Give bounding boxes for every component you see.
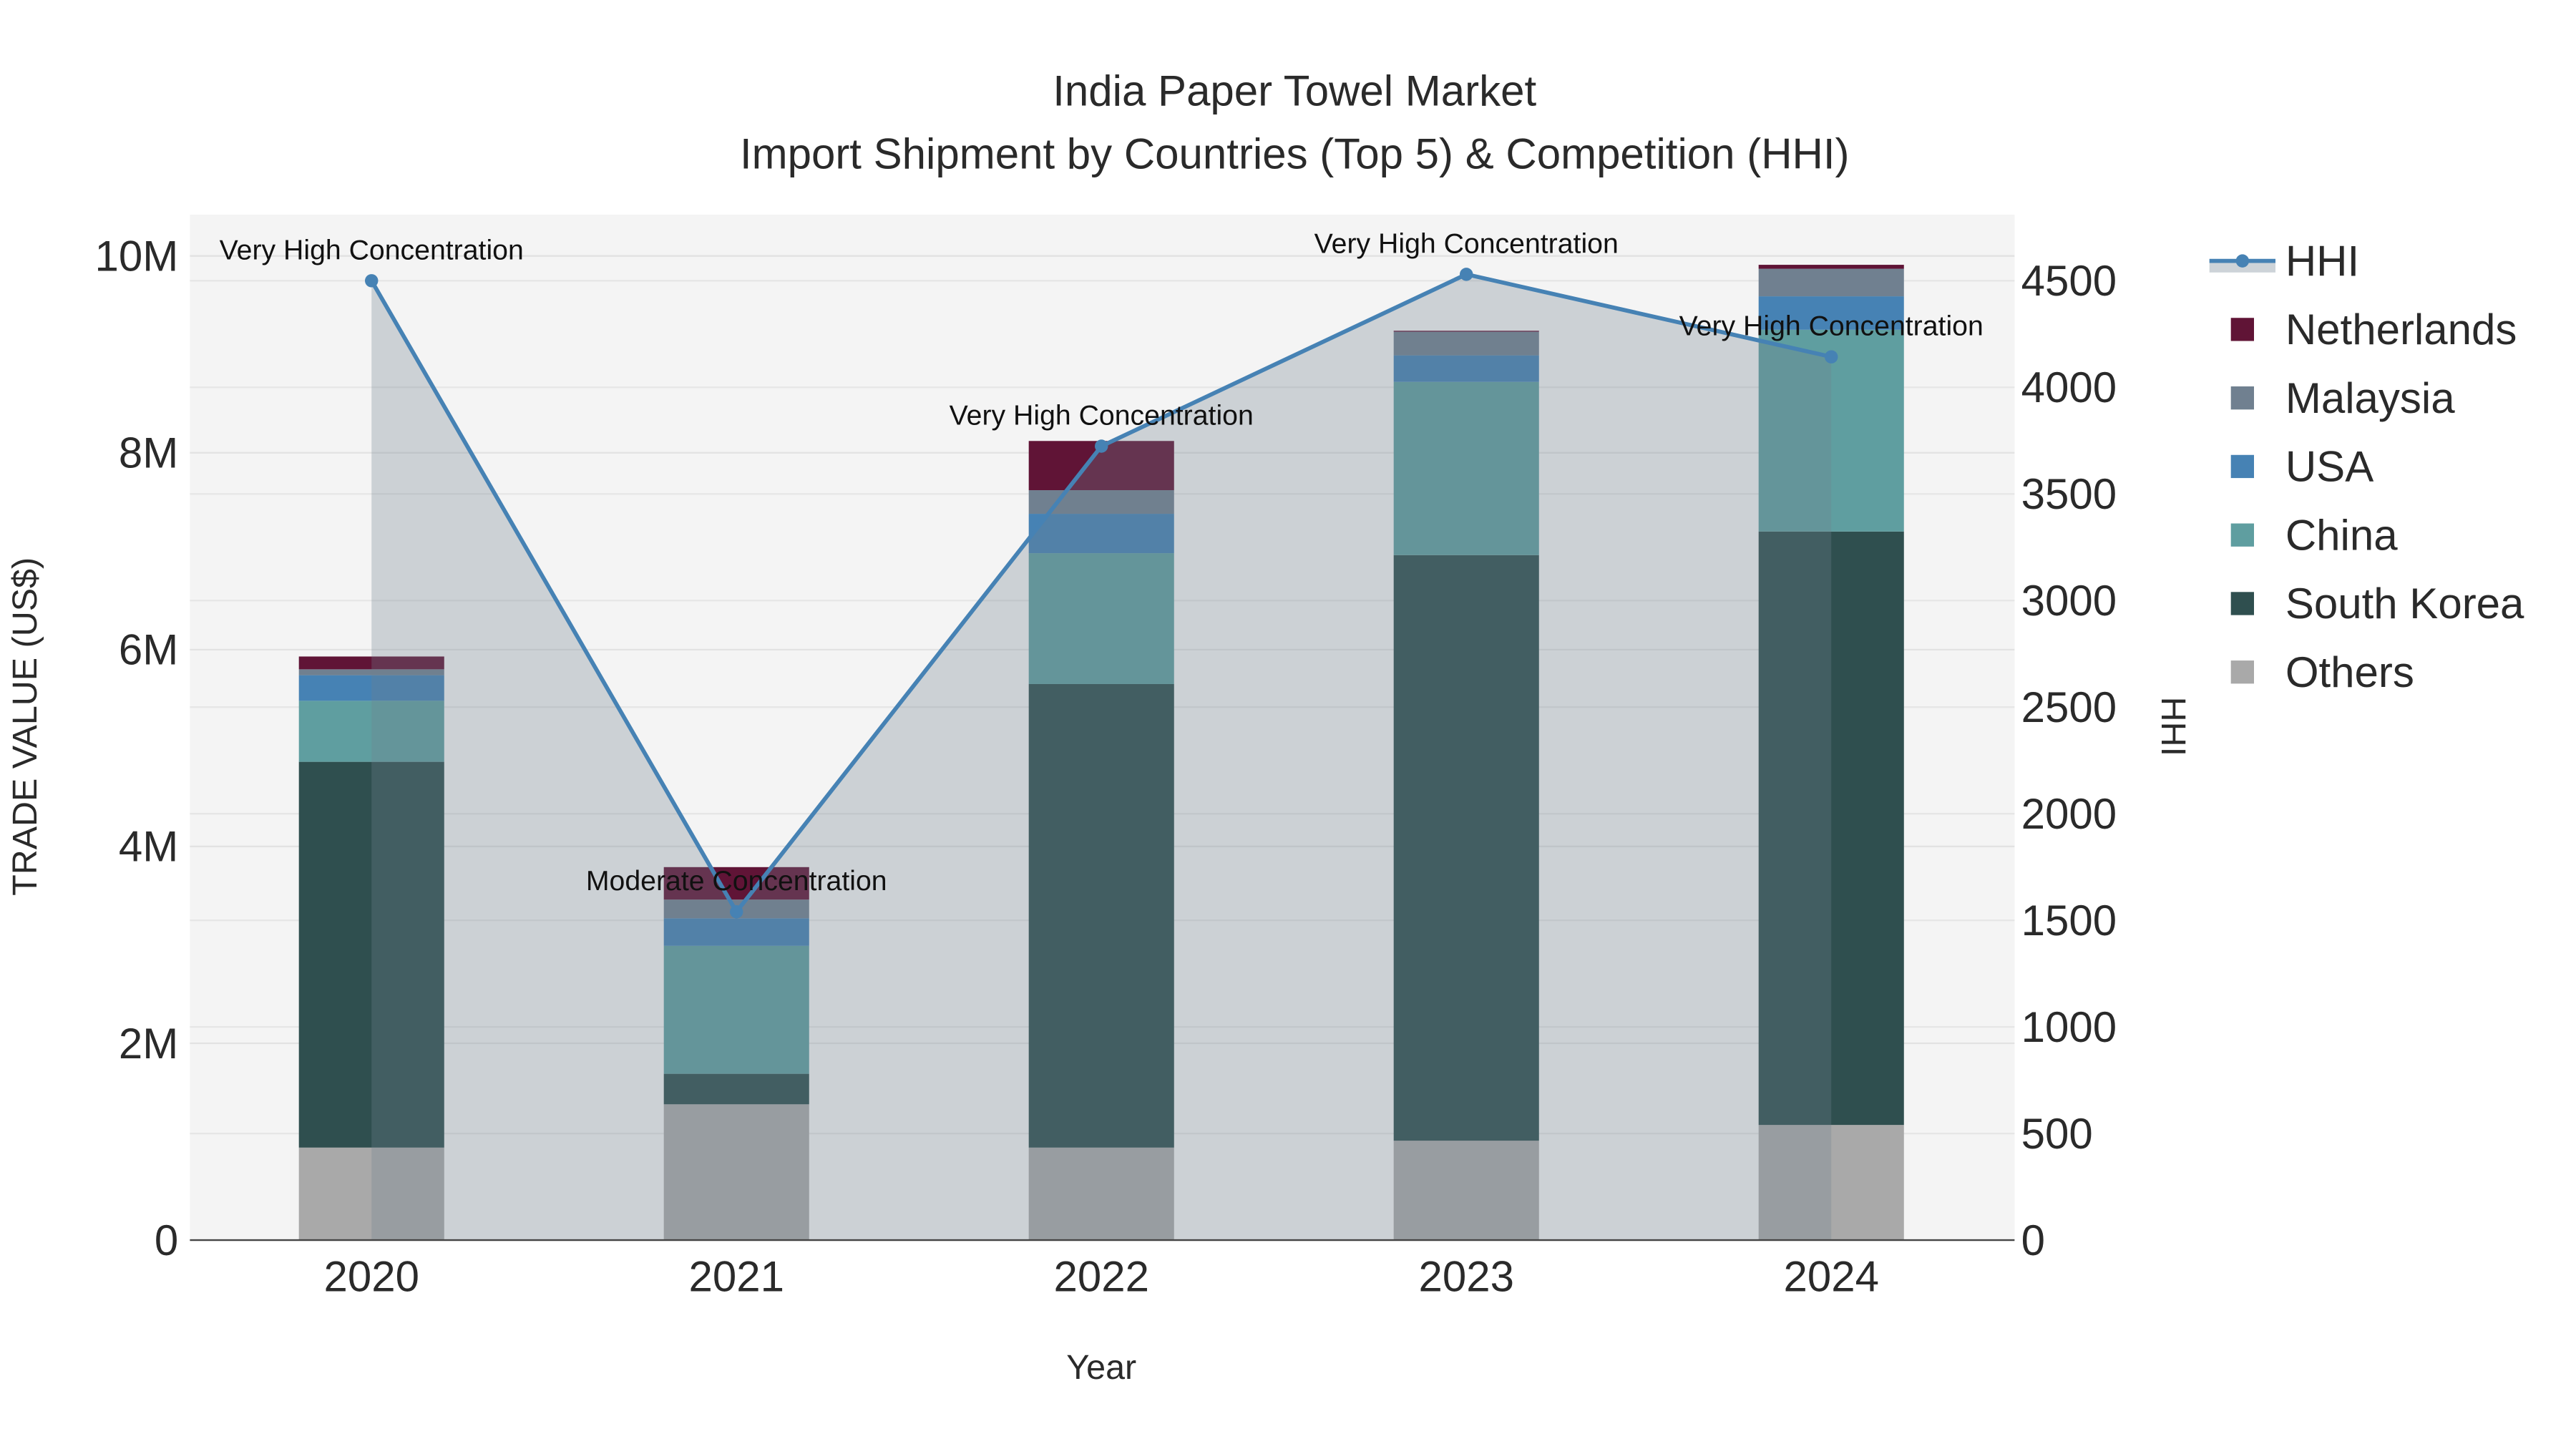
legend-hhi-marker-icon: [2235, 254, 2250, 268]
y-tick-label: 6M: [119, 626, 178, 674]
y-tick-label: 8M: [119, 429, 178, 477]
hhi-annotation: Moderate Concentration: [586, 865, 887, 897]
hhi-marker: [730, 905, 743, 919]
y2-tick-label: 4500: [2021, 257, 2117, 305]
legend-swatch-usa: [2230, 454, 2254, 479]
chart: India Paper Towel Market Import Shipment…: [6, 67, 2524, 1387]
chart-subtitle: Import Shipment by Countries (Top 5) & C…: [740, 130, 1850, 177]
legend-swatch-south-korea: [2230, 592, 2254, 615]
x-tick-label: 2022: [1053, 1253, 1148, 1301]
y-tick-label: 2M: [119, 1020, 178, 1068]
y2-tick-label: 1000: [2021, 1003, 2117, 1051]
hhi-marker: [1825, 350, 1838, 364]
legend-swatch-malaysia: [2230, 386, 2254, 410]
y2-tick-label: 0: [2021, 1216, 2045, 1264]
x-tick-label: 2023: [1418, 1253, 1513, 1301]
y2-tick-label: 500: [2021, 1110, 2093, 1158]
legend-swatch-netherlands: [2230, 318, 2254, 341]
hhi-marker: [1460, 268, 1473, 281]
hhi-annotation: Very High Concentration: [950, 400, 1254, 431]
x-tick-label: 2021: [688, 1253, 784, 1301]
hhi-annotation: Very High Concentration: [220, 234, 524, 265]
y2-tick-label: 1500: [2021, 897, 2117, 945]
y2-tick-label: 3500: [2021, 470, 2117, 518]
hhi-annotation: Very High Concentration: [1314, 228, 1619, 259]
x-axis-title: Year: [1066, 1348, 1136, 1387]
hhi-annotation: Very High Concentration: [1679, 311, 1984, 342]
legend-label: South Korea: [2285, 580, 2524, 628]
legend-label: Others: [2285, 648, 2414, 696]
y-tick-label: 0: [155, 1216, 178, 1264]
x-tick-label: 2020: [323, 1253, 419, 1301]
legend-label: China: [2285, 511, 2398, 559]
legend-label: HHI: [2285, 237, 2359, 285]
legend-label: Netherlands: [2285, 306, 2517, 353]
hhi-marker: [365, 274, 379, 288]
y-tick-label: 4M: [119, 823, 178, 871]
x-tick-label: 2024: [1783, 1253, 1878, 1301]
legend: HHI Netherlands Malaysia USA China South Kore…: [2209, 237, 2524, 696]
bar-netherlands: [1758, 265, 1904, 269]
legend-label: USA: [2285, 443, 2373, 491]
legend-swatch-others: [2230, 660, 2254, 684]
chart-title: India Paper Towel Market: [1053, 67, 1536, 115]
legend-label: Malaysia: [2285, 374, 2455, 422]
hhi-marker: [1095, 439, 1108, 453]
y2-tick-label: 3000: [2021, 577, 2117, 625]
bar-malaysia: [1758, 268, 1904, 297]
y-tick-label: 10M: [95, 232, 179, 280]
legend-swatch-china: [2230, 523, 2254, 547]
y-axis-title: TRADE VALUE (US$): [6, 557, 44, 896]
y2-tick-label: 2000: [2021, 790, 2117, 838]
y2-tick-label: 2500: [2021, 683, 2117, 731]
y2-tick-label: 4000: [2021, 364, 2117, 411]
y2-axis-title: HHI: [2154, 697, 2192, 756]
